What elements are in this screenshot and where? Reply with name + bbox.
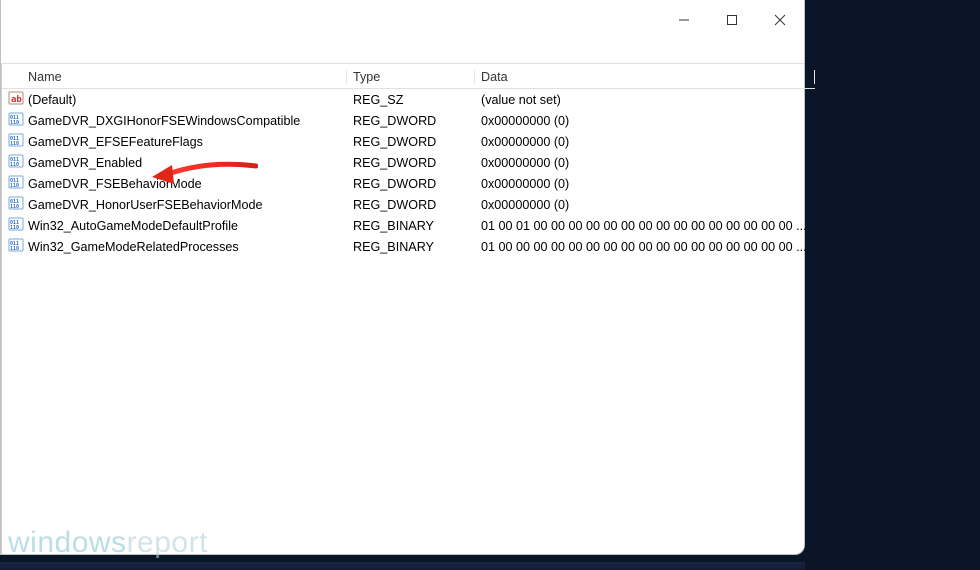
minimize-button[interactable] [660, 4, 708, 36]
value-icon: 011 110 [8, 195, 24, 214]
value-data: 01 00 00 00 00 00 00 00 00 00 00 00 00 0… [475, 240, 815, 254]
column-header-type[interactable]: Type [347, 70, 475, 84]
value-type: REG_BINARY [347, 219, 475, 233]
values-list[interactable]: Name Type Data ab (Default)REG_SZ(value … [2, 64, 815, 554]
value-type: REG_DWORD [347, 135, 475, 149]
registry-editor-window: Name Type Data ab (Default)REG_SZ(value … [0, 0, 805, 555]
binary-value-icon: 011 110 [8, 153, 24, 169]
value-type: REG_DWORD [347, 177, 475, 191]
value-icon: 011 110 [8, 111, 24, 130]
toolbar-area [1, 44, 804, 64]
value-name: Win32_GameModeRelatedProcesses [28, 240, 347, 254]
value-icon: 011 110 [8, 216, 24, 235]
taskbar-edge [0, 562, 805, 570]
value-row[interactable]: 011 110 GameDVR_HonorUserFSEBehaviorMode… [2, 194, 815, 215]
svg-text:ab: ab [11, 95, 22, 105]
svg-text:110: 110 [10, 225, 19, 231]
value-name: GameDVR_EFSEFeatureFlags [28, 135, 347, 149]
column-header-name[interactable]: Name [2, 70, 347, 84]
binary-value-icon: 011 110 [8, 216, 24, 232]
value-row[interactable]: 011 110 GameDVR_EFSEFeatureFlagsREG_DWOR… [2, 131, 815, 152]
maximize-icon [726, 14, 738, 26]
value-name: GameDVR_FSEBehaviorMode [28, 177, 347, 191]
value-name: Win32_AutoGameModeDefaultProfile [28, 219, 347, 233]
binary-value-icon: 011 110 [8, 111, 24, 127]
value-data: 0x00000000 (0) [475, 114, 815, 128]
maximize-button[interactable] [708, 4, 756, 36]
minimize-icon [678, 14, 690, 26]
value-icon: 011 110 [8, 174, 24, 193]
string-value-icon: ab [8, 90, 24, 106]
value-icon: 011 110 [8, 237, 24, 256]
watermark-part2: report [127, 526, 208, 559]
watermark: windowsreport [8, 526, 208, 560]
value-row[interactable]: ab (Default)REG_SZ(value not set) [2, 89, 815, 110]
value-row[interactable]: 011 110 Win32_GameModeRelatedProcessesRE… [2, 236, 815, 257]
svg-text:110: 110 [10, 120, 19, 126]
svg-text:110: 110 [10, 183, 19, 189]
value-data: (value not set) [475, 93, 815, 107]
value-icon: ab [8, 90, 24, 109]
value-icon: 011 110 [8, 132, 24, 151]
binary-value-icon: 011 110 [8, 174, 24, 190]
value-type: REG_SZ [347, 93, 475, 107]
svg-text:110: 110 [10, 204, 19, 210]
value-row[interactable]: 011 110 GameDVR_FSEBehaviorModeREG_DWORD… [2, 173, 815, 194]
value-data: 0x00000000 (0) [475, 198, 815, 212]
value-row[interactable]: 011 110 GameDVR_DXGIHonorFSEWindowsCompa… [2, 110, 815, 131]
binary-value-icon: 011 110 [8, 237, 24, 253]
value-data: 01 00 01 00 00 00 00 00 00 00 00 00 00 0… [475, 219, 815, 233]
value-data: 0x00000000 (0) [475, 156, 815, 170]
close-icon [774, 14, 786, 26]
svg-text:110: 110 [10, 141, 19, 147]
svg-text:110: 110 [10, 246, 19, 252]
value-name: GameDVR_HonorUserFSEBehaviorMode [28, 198, 347, 212]
close-button[interactable] [756, 4, 804, 36]
content-area: Name Type Data ab (Default)REG_SZ(value … [1, 64, 804, 554]
value-type: REG_DWORD [347, 156, 475, 170]
value-type: REG_BINARY [347, 240, 475, 254]
value-name: GameDVR_DXGIHonorFSEWindowsCompatible [28, 114, 347, 128]
value-row[interactable]: 011 110 Win32_AutoGameModeDefaultProfile… [2, 215, 815, 236]
value-type: REG_DWORD [347, 198, 475, 212]
window-titlebar[interactable] [1, 0, 804, 44]
value-icon: 011 110 [8, 153, 24, 172]
svg-text:110: 110 [10, 162, 19, 168]
watermark-part1: windows [8, 526, 127, 559]
value-data: 0x00000000 (0) [475, 135, 815, 149]
value-name: (Default) [28, 93, 347, 107]
binary-value-icon: 011 110 [8, 132, 24, 148]
binary-value-icon: 011 110 [8, 195, 24, 211]
column-header-data[interactable]: Data [475, 70, 815, 84]
value-type: REG_DWORD [347, 114, 475, 128]
value-name: GameDVR_Enabled [28, 156, 347, 170]
value-row[interactable]: 011 110 GameDVR_EnabledREG_DWORD0x000000… [2, 152, 815, 173]
list-header[interactable]: Name Type Data [2, 70, 815, 89]
value-data: 0x00000000 (0) [475, 177, 815, 191]
